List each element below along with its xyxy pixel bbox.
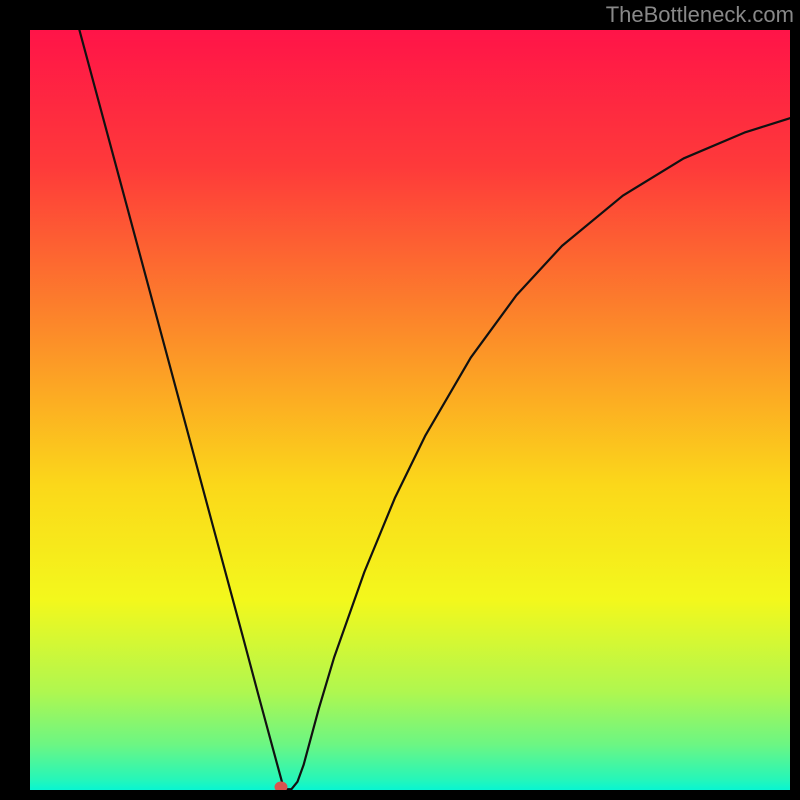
bottleneck-curve (30, 30, 790, 790)
watermark-text: TheBottleneck.com (606, 2, 794, 28)
optimum-marker-icon (274, 782, 287, 791)
plot-area (30, 30, 790, 790)
chart-container: TheBottleneck.com (0, 0, 800, 800)
